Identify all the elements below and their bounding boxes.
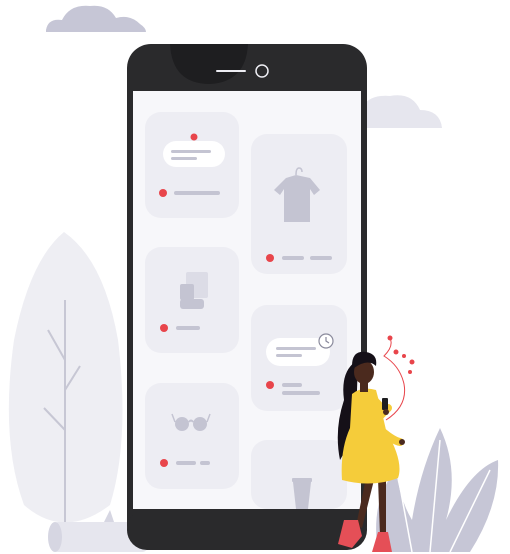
product-card-cup[interactable] <box>251 440 347 509</box>
status-dot <box>160 324 168 332</box>
product-card-boot[interactable] <box>145 247 239 353</box>
notification-dot <box>190 133 198 141</box>
tree-left-icon <box>8 232 123 525</box>
product-card-message[interactable] <box>145 112 239 218</box>
illustration-scene <box>0 0 510 554</box>
product-card-message-clock[interactable] <box>251 305 347 411</box>
status-dot <box>159 189 167 197</box>
status-dot <box>266 381 274 389</box>
status-dot <box>266 254 274 262</box>
status-dot <box>160 459 168 467</box>
message-bubble-icon <box>163 141 225 167</box>
cloud-top-left-icon <box>46 5 146 32</box>
speaker-icon <box>216 70 246 72</box>
plant-right-icon <box>376 428 499 553</box>
clock-icon <box>318 333 334 349</box>
product-card-tshirt[interactable] <box>251 134 347 274</box>
hand-phone-icon <box>382 398 388 410</box>
product-card-sunglasses[interactable] <box>145 383 239 489</box>
